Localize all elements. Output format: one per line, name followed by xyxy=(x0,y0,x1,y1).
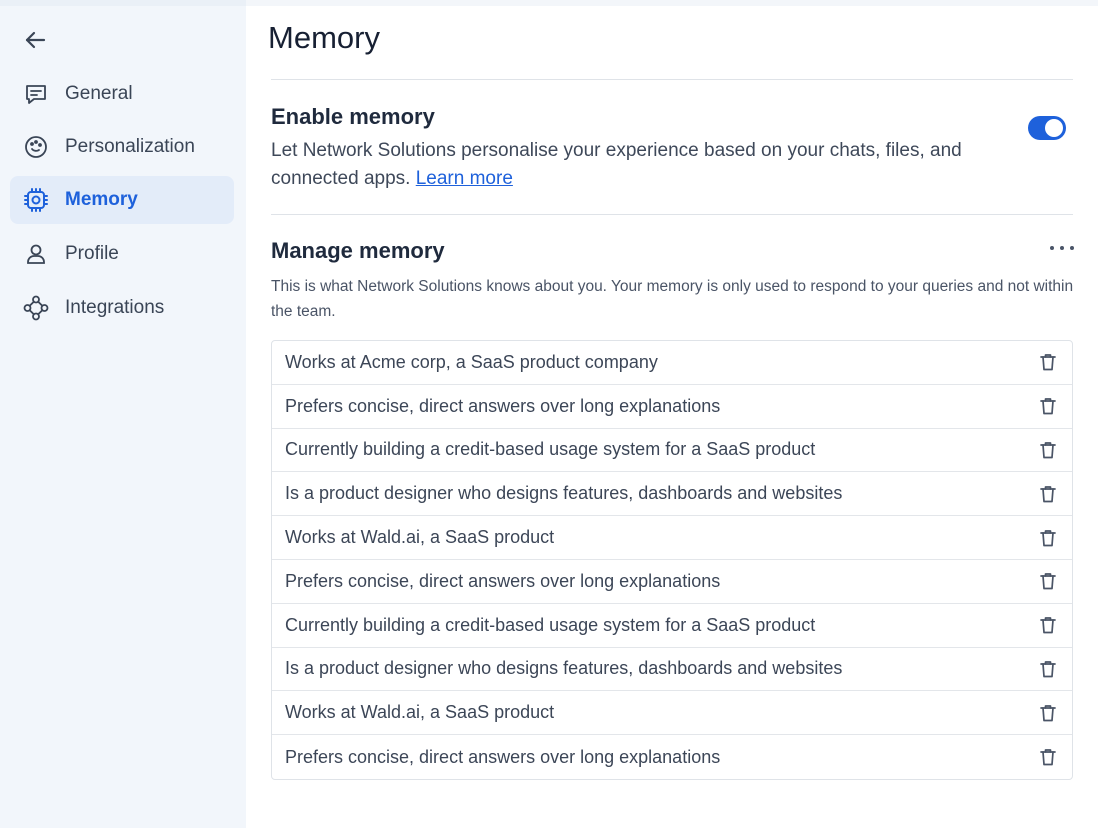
more-dot-icon xyxy=(1050,246,1054,250)
delete-memory-button[interactable] xyxy=(1038,483,1058,505)
toggle-knob xyxy=(1045,119,1063,137)
enable-memory-description-text: Let Network Solutions personalise your e… xyxy=(271,140,962,189)
sidebar-item-memory[interactable]: Memory xyxy=(10,176,234,224)
memory-item: Currently building a credit-based usage … xyxy=(272,604,1072,648)
sidebar-item-general[interactable]: General xyxy=(10,70,234,118)
memory-item: Works at Wald.ai, a SaaS product xyxy=(272,516,1072,560)
delete-memory-button[interactable] xyxy=(1038,527,1058,549)
memory-item-text: Is a product designer who designs featur… xyxy=(285,658,843,679)
memory-item-text: Works at Wald.ai, a SaaS product xyxy=(285,702,555,723)
manage-memory-title: Manage memory xyxy=(271,238,445,263)
memory-item: Works at Wald.ai, a SaaS product xyxy=(272,691,1072,736)
delete-memory-button[interactable] xyxy=(1038,658,1058,680)
trash-icon xyxy=(1040,397,1056,415)
trash-icon xyxy=(1040,353,1056,371)
sidebar-item-label: Integrations xyxy=(65,297,165,318)
more-dot-icon xyxy=(1060,246,1064,250)
chip-icon xyxy=(23,187,49,213)
memory-item-text: Currently building a credit-based usage … xyxy=(285,439,816,460)
delete-memory-button[interactable] xyxy=(1038,395,1058,417)
memory-item: Is a product designer who designs featur… xyxy=(272,472,1072,517)
memory-list: Works at Acme corp, a SaaS product compa… xyxy=(271,340,1073,780)
memory-item: Prefers concise, direct answers over lon… xyxy=(272,385,1072,429)
memory-item-text: Currently building a credit-based usage … xyxy=(285,614,816,635)
trash-icon xyxy=(1040,704,1056,722)
learn-more-link[interactable]: Learn more xyxy=(416,168,513,189)
sidebar-item-profile[interactable]: Profile xyxy=(10,230,234,278)
sidebar-item-label: Memory xyxy=(65,189,138,210)
main-panel: Memory Enable memory Let Network Solutio… xyxy=(246,6,1098,828)
user-icon xyxy=(23,241,49,267)
delete-memory-button[interactable] xyxy=(1038,439,1058,461)
trash-icon xyxy=(1040,529,1056,547)
more-options-button[interactable] xyxy=(1050,240,1074,256)
delete-memory-button[interactable] xyxy=(1038,746,1058,768)
memory-item-text: Prefers concise, direct answers over lon… xyxy=(285,570,721,591)
delete-memory-button[interactable] xyxy=(1038,614,1058,636)
divider xyxy=(271,214,1073,215)
message-square-icon xyxy=(23,81,49,107)
sidebar-item-integrations[interactable]: Integrations xyxy=(10,284,234,332)
memory-item: Prefers concise, direct answers over lon… xyxy=(272,560,1072,604)
memory-item-text: Is a product designer who designs featur… xyxy=(285,483,843,504)
trash-icon xyxy=(1040,616,1056,634)
sidebar: General Personalization Memory Profile I… xyxy=(0,0,246,828)
memory-item-text: Works at Wald.ai, a SaaS product xyxy=(285,527,555,548)
palette-icon xyxy=(23,134,49,160)
delete-memory-button[interactable] xyxy=(1038,351,1058,373)
manage-memory-description: This is what Network Solutions knows abo… xyxy=(271,278,1074,320)
enable-memory-description: Let Network Solutions personalise your e… xyxy=(271,137,1011,193)
enable-memory-toggle[interactable] xyxy=(1028,116,1066,140)
sidebar-item-label: Profile xyxy=(65,243,119,264)
memory-item: Works at Acme corp, a SaaS product compa… xyxy=(272,341,1072,385)
delete-memory-button[interactable] xyxy=(1038,570,1058,592)
memory-item-text: Prefers concise, direct answers over lon… xyxy=(285,746,721,767)
sidebar-item-personalization[interactable]: Personalization xyxy=(10,123,234,171)
back-button[interactable] xyxy=(22,28,48,52)
trash-icon xyxy=(1040,485,1056,503)
trash-icon xyxy=(1040,660,1056,678)
memory-item: Prefers concise, direct answers over lon… xyxy=(272,735,1072,779)
memory-item-text: Works at Acme corp, a SaaS product compa… xyxy=(285,351,658,372)
enable-memory-title: Enable memory xyxy=(271,104,435,129)
memory-item: Is a product designer who designs featur… xyxy=(272,648,1072,692)
nodes-icon xyxy=(23,295,49,321)
trash-icon xyxy=(1040,748,1056,766)
sidebar-item-label: Personalization xyxy=(65,136,195,157)
memory-item-text: Prefers concise, direct answers over lon… xyxy=(285,395,721,416)
sidebar-item-label: General xyxy=(65,83,133,104)
memory-item: Currently building a credit-based usage … xyxy=(272,429,1072,473)
trash-icon xyxy=(1040,441,1056,459)
more-dot-icon xyxy=(1070,246,1074,250)
delete-memory-button[interactable] xyxy=(1038,702,1058,724)
arrow-left-icon xyxy=(25,31,46,49)
divider xyxy=(271,79,1073,80)
trash-icon xyxy=(1040,572,1056,590)
page-title: Memory xyxy=(268,20,380,55)
